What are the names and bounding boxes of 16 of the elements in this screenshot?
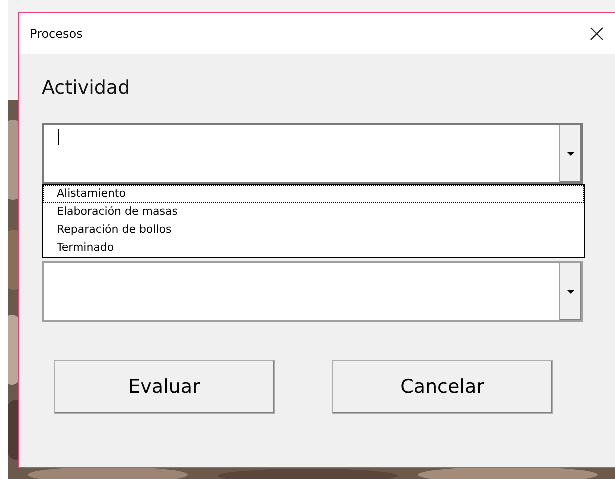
combo-box[interactable]	[42, 261, 583, 322]
list-item[interactable]: Elaboración de masas	[43, 203, 584, 221]
window-title: Procesos	[30, 26, 83, 42]
field-label: Actividad	[42, 76, 132, 101]
caret-icon	[566, 152, 574, 156]
caret-icon	[566, 290, 574, 294]
dialog-button[interactable]: Evaluar	[54, 360, 275, 414]
close-icon	[590, 26, 604, 40]
list-item[interactable]: Terminado	[43, 239, 584, 257]
text-cursor	[58, 129, 59, 145]
list-item[interactable]: Reparación de bollos	[43, 221, 584, 239]
combo-box[interactable]	[42, 123, 583, 184]
dropdown-button[interactable]	[559, 125, 581, 182]
list-item[interactable]: Alistamiento	[43, 185, 584, 203]
dropdown-button[interactable]	[559, 263, 581, 320]
dialog-button[interactable]: Cancelar	[332, 360, 553, 414]
